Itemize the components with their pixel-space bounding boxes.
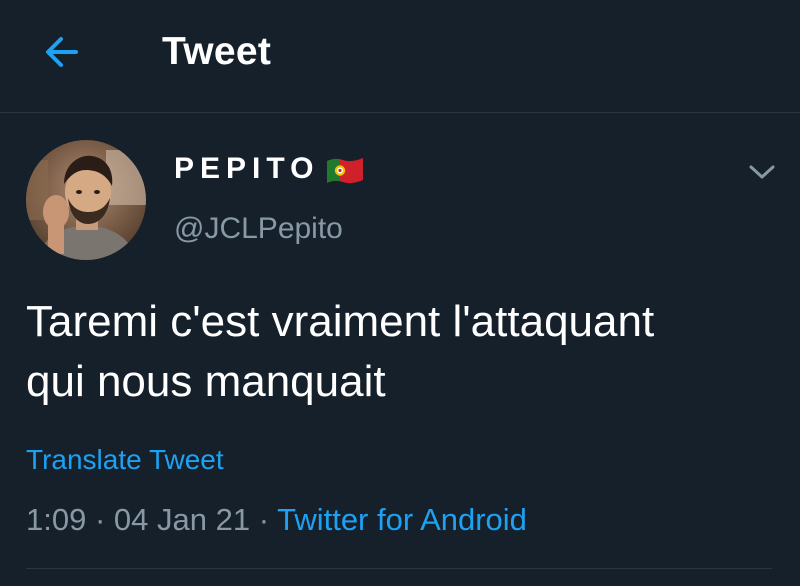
back-button[interactable] bbox=[30, 24, 94, 80]
chevron-down-icon bbox=[749, 165, 775, 179]
divider bbox=[26, 568, 772, 569]
tweet-text: Taremi c'est vraiment l'attaquant qui no… bbox=[26, 292, 766, 412]
tweet-detail-screen: Tweet PEPITO @JCLPepito Taremi c'est vra… bbox=[0, 0, 800, 586]
portugal-flag-icon bbox=[327, 158, 364, 184]
arrow-left-icon bbox=[46, 37, 78, 67]
user-handle[interactable]: @JCLPepito bbox=[174, 212, 343, 246]
tweet-text-line: Taremi c'est vraiment l'attaquant bbox=[26, 297, 655, 346]
tweet-text-line: qui nous manquait bbox=[26, 357, 386, 406]
tweet-source-link[interactable]: Twitter for Android bbox=[277, 502, 527, 537]
display-name: PEPITO bbox=[174, 152, 320, 185]
avatar-photo bbox=[26, 140, 146, 260]
avatar[interactable] bbox=[26, 140, 146, 260]
tweet-metadata: 1:09 · 04 Jan 21 · Twitter for Android bbox=[26, 502, 527, 538]
author-name-row[interactable]: PEPITO bbox=[174, 152, 365, 186]
tweet-date: 04 Jan 21 bbox=[113, 502, 251, 537]
meta-separator: · bbox=[94, 502, 114, 537]
tweet-time: 1:09 bbox=[26, 502, 87, 537]
page-title: Tweet bbox=[162, 30, 272, 73]
top-app-bar: Tweet bbox=[0, 0, 800, 113]
translate-tweet-link[interactable]: Translate Tweet bbox=[26, 444, 224, 476]
more-options-button[interactable] bbox=[740, 154, 784, 190]
meta-separator: · bbox=[258, 502, 278, 537]
